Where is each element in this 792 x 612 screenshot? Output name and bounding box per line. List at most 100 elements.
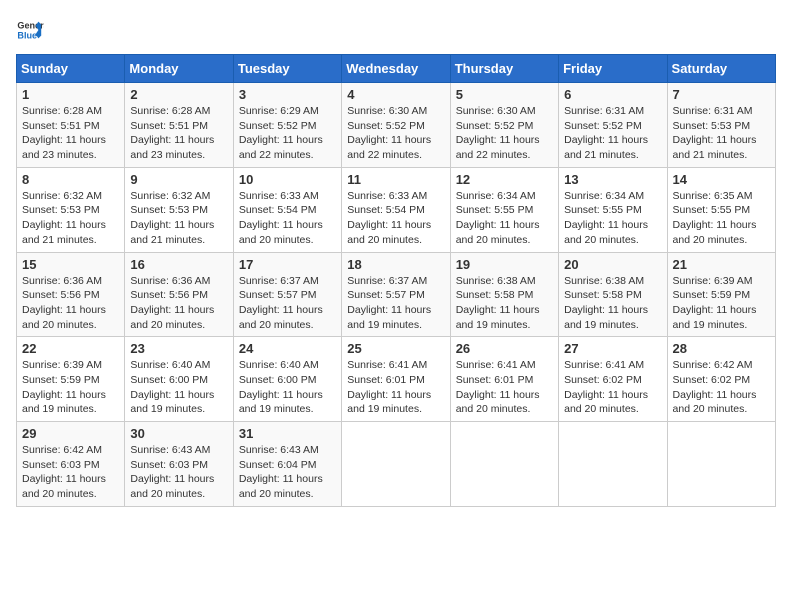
calendar-cell	[667, 422, 775, 507]
calendar-cell: 9 Sunrise: 6:32 AM Sunset: 5:53 PM Dayli…	[125, 167, 233, 252]
day-number: 9	[130, 172, 227, 187]
day-number: 21	[673, 257, 770, 272]
day-number: 12	[456, 172, 553, 187]
calendar-cell: 4 Sunrise: 6:30 AM Sunset: 5:52 PM Dayli…	[342, 83, 450, 168]
calendar-cell: 22 Sunrise: 6:39 AM Sunset: 5:59 PM Dayl…	[17, 337, 125, 422]
day-number: 25	[347, 341, 444, 356]
day-number: 3	[239, 87, 336, 102]
calendar-cell: 31 Sunrise: 6:43 AM Sunset: 6:04 PM Dayl…	[233, 422, 341, 507]
day-number: 6	[564, 87, 661, 102]
day-of-week-header: Saturday	[667, 55, 775, 83]
calendar-cell: 29 Sunrise: 6:42 AM Sunset: 6:03 PM Dayl…	[17, 422, 125, 507]
day-number: 14	[673, 172, 770, 187]
calendar-cell: 23 Sunrise: 6:40 AM Sunset: 6:00 PM Dayl…	[125, 337, 233, 422]
day-number: 29	[22, 426, 119, 441]
day-number: 2	[130, 87, 227, 102]
day-number: 24	[239, 341, 336, 356]
calendar-cell: 6 Sunrise: 6:31 AM Sunset: 5:52 PM Dayli…	[559, 83, 667, 168]
day-of-week-header: Wednesday	[342, 55, 450, 83]
day-info: Sunrise: 6:35 AM Sunset: 5:55 PM Dayligh…	[673, 190, 757, 246]
day-info: Sunrise: 6:38 AM Sunset: 5:58 PM Dayligh…	[456, 275, 540, 331]
day-number: 27	[564, 341, 661, 356]
calendar-cell: 15 Sunrise: 6:36 AM Sunset: 5:56 PM Dayl…	[17, 252, 125, 337]
day-number: 1	[22, 87, 119, 102]
calendar-cell: 21 Sunrise: 6:39 AM Sunset: 5:59 PM Dayl…	[667, 252, 775, 337]
calendar-cell	[342, 422, 450, 507]
day-info: Sunrise: 6:33 AM Sunset: 5:54 PM Dayligh…	[239, 190, 323, 246]
day-of-week-header: Monday	[125, 55, 233, 83]
day-number: 23	[130, 341, 227, 356]
calendar-cell: 7 Sunrise: 6:31 AM Sunset: 5:53 PM Dayli…	[667, 83, 775, 168]
day-number: 31	[239, 426, 336, 441]
calendar-cell: 3 Sunrise: 6:29 AM Sunset: 5:52 PM Dayli…	[233, 83, 341, 168]
calendar-cell: 30 Sunrise: 6:43 AM Sunset: 6:03 PM Dayl…	[125, 422, 233, 507]
day-number: 8	[22, 172, 119, 187]
calendar-cell: 16 Sunrise: 6:36 AM Sunset: 5:56 PM Dayl…	[125, 252, 233, 337]
day-number: 19	[456, 257, 553, 272]
day-info: Sunrise: 6:34 AM Sunset: 5:55 PM Dayligh…	[564, 190, 648, 246]
day-info: Sunrise: 6:40 AM Sunset: 6:00 PM Dayligh…	[239, 359, 323, 415]
day-number: 16	[130, 257, 227, 272]
day-number: 11	[347, 172, 444, 187]
day-info: Sunrise: 6:41 AM Sunset: 6:01 PM Dayligh…	[347, 359, 431, 415]
calendar-cell: 10 Sunrise: 6:33 AM Sunset: 5:54 PM Dayl…	[233, 167, 341, 252]
day-info: Sunrise: 6:41 AM Sunset: 6:01 PM Dayligh…	[456, 359, 540, 415]
day-number: 20	[564, 257, 661, 272]
calendar-cell: 26 Sunrise: 6:41 AM Sunset: 6:01 PM Dayl…	[450, 337, 558, 422]
svg-text:Blue: Blue	[17, 30, 37, 40]
day-info: Sunrise: 6:37 AM Sunset: 5:57 PM Dayligh…	[347, 275, 431, 331]
calendar-cell: 8 Sunrise: 6:32 AM Sunset: 5:53 PM Dayli…	[17, 167, 125, 252]
day-info: Sunrise: 6:32 AM Sunset: 5:53 PM Dayligh…	[22, 190, 106, 246]
calendar-table: SundayMondayTuesdayWednesdayThursdayFrid…	[16, 54, 776, 507]
day-info: Sunrise: 6:30 AM Sunset: 5:52 PM Dayligh…	[347, 105, 431, 161]
day-number: 26	[456, 341, 553, 356]
calendar-cell: 18 Sunrise: 6:37 AM Sunset: 5:57 PM Dayl…	[342, 252, 450, 337]
calendar-cell: 5 Sunrise: 6:30 AM Sunset: 5:52 PM Dayli…	[450, 83, 558, 168]
day-info: Sunrise: 6:42 AM Sunset: 6:03 PM Dayligh…	[22, 444, 106, 500]
day-info: Sunrise: 6:43 AM Sunset: 6:03 PM Dayligh…	[130, 444, 214, 500]
day-info: Sunrise: 6:32 AM Sunset: 5:53 PM Dayligh…	[130, 190, 214, 246]
day-info: Sunrise: 6:41 AM Sunset: 6:02 PM Dayligh…	[564, 359, 648, 415]
day-info: Sunrise: 6:38 AM Sunset: 5:58 PM Dayligh…	[564, 275, 648, 331]
calendar-cell: 28 Sunrise: 6:42 AM Sunset: 6:02 PM Dayl…	[667, 337, 775, 422]
day-number: 4	[347, 87, 444, 102]
calendar-cell: 14 Sunrise: 6:35 AM Sunset: 5:55 PM Dayl…	[667, 167, 775, 252]
calendar-cell: 17 Sunrise: 6:37 AM Sunset: 5:57 PM Dayl…	[233, 252, 341, 337]
calendar-cell: 11 Sunrise: 6:33 AM Sunset: 5:54 PM Dayl…	[342, 167, 450, 252]
day-info: Sunrise: 6:36 AM Sunset: 5:56 PM Dayligh…	[130, 275, 214, 331]
calendar-cell: 20 Sunrise: 6:38 AM Sunset: 5:58 PM Dayl…	[559, 252, 667, 337]
day-number: 5	[456, 87, 553, 102]
day-info: Sunrise: 6:39 AM Sunset: 5:59 PM Dayligh…	[673, 275, 757, 331]
day-info: Sunrise: 6:42 AM Sunset: 6:02 PM Dayligh…	[673, 359, 757, 415]
day-number: 28	[673, 341, 770, 356]
calendar-cell	[559, 422, 667, 507]
day-of-week-header: Sunday	[17, 55, 125, 83]
day-number: 10	[239, 172, 336, 187]
day-info: Sunrise: 6:36 AM Sunset: 5:56 PM Dayligh…	[22, 275, 106, 331]
day-of-week-header: Thursday	[450, 55, 558, 83]
day-number: 30	[130, 426, 227, 441]
day-number: 7	[673, 87, 770, 102]
day-number: 18	[347, 257, 444, 272]
day-of-week-header: Tuesday	[233, 55, 341, 83]
day-info: Sunrise: 6:30 AM Sunset: 5:52 PM Dayligh…	[456, 105, 540, 161]
day-info: Sunrise: 6:28 AM Sunset: 5:51 PM Dayligh…	[130, 105, 214, 161]
logo: General Blue	[16, 16, 48, 44]
day-info: Sunrise: 6:39 AM Sunset: 5:59 PM Dayligh…	[22, 359, 106, 415]
logo-icon: General Blue	[16, 16, 44, 44]
day-number: 22	[22, 341, 119, 356]
calendar-cell	[450, 422, 558, 507]
day-info: Sunrise: 6:43 AM Sunset: 6:04 PM Dayligh…	[239, 444, 323, 500]
day-info: Sunrise: 6:31 AM Sunset: 5:52 PM Dayligh…	[564, 105, 648, 161]
calendar-cell: 27 Sunrise: 6:41 AM Sunset: 6:02 PM Dayl…	[559, 337, 667, 422]
calendar-cell: 12 Sunrise: 6:34 AM Sunset: 5:55 PM Dayl…	[450, 167, 558, 252]
day-info: Sunrise: 6:40 AM Sunset: 6:00 PM Dayligh…	[130, 359, 214, 415]
day-number: 15	[22, 257, 119, 272]
calendar-cell: 19 Sunrise: 6:38 AM Sunset: 5:58 PM Dayl…	[450, 252, 558, 337]
day-info: Sunrise: 6:34 AM Sunset: 5:55 PM Dayligh…	[456, 190, 540, 246]
calendar-cell: 1 Sunrise: 6:28 AM Sunset: 5:51 PM Dayli…	[17, 83, 125, 168]
day-number: 13	[564, 172, 661, 187]
day-info: Sunrise: 6:33 AM Sunset: 5:54 PM Dayligh…	[347, 190, 431, 246]
day-number: 17	[239, 257, 336, 272]
day-info: Sunrise: 6:29 AM Sunset: 5:52 PM Dayligh…	[239, 105, 323, 161]
